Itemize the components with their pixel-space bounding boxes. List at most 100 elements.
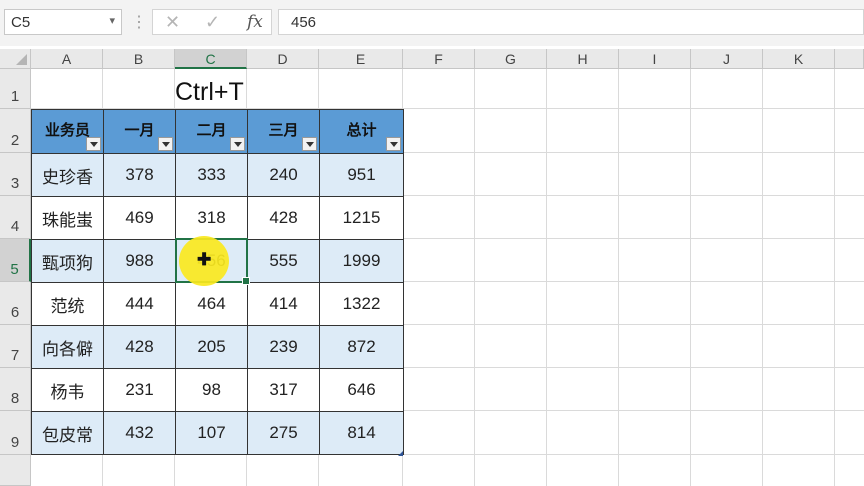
table-header-row: 业务员 一月 二月 三月 总计 [31,109,404,154]
table-cell[interactable]: 333 [175,153,248,197]
column-header-c[interactable]: C [175,49,247,69]
row-number: 3 [10,175,20,192]
row-number: 7 [10,347,20,364]
enter-icon[interactable]: ✓ [205,12,220,33]
table-resize-handle[interactable] [398,451,403,456]
header-cell[interactable]: 二月 [175,109,248,154]
table-cell[interactable]: 205 [175,325,248,369]
data-table: 业务员 一月 二月 三月 总计 史珍香 378 333 240 951 珠能蚩 … [31,109,404,455]
table-cell[interactable]: 428 [103,325,176,369]
table-cell[interactable]: 646 [319,368,404,412]
table-cell[interactable]: 范统 [31,282,104,326]
filter-dropdown-icon[interactable] [158,137,173,151]
column-header-g[interactable]: G [475,49,547,69]
table-row: 向各僻 428 205 239 872 [31,325,404,369]
column-header-i[interactable]: I [619,49,691,69]
table-cell[interactable]: 951 [319,153,404,197]
table-row: 珠能蚩 469 318 428 1215 [31,196,404,240]
filter-dropdown-icon[interactable] [86,137,101,151]
select-all-icon [16,54,27,65]
table-cell[interactable]: 872 [319,325,404,369]
column-header-d[interactable]: D [247,49,319,69]
title-cell-text: Ctrl+T [175,78,244,106]
table-cell[interactable]: 107 [175,411,248,455]
column-header-b[interactable]: B [103,49,175,69]
formula-input[interactable]: 456 [278,9,864,35]
table-cell[interactable]: 包皮常 [31,411,104,455]
row-header-10[interactable] [0,455,31,486]
table-cell[interactable]: 1215 [319,196,404,240]
column-header-l[interactable] [835,49,864,69]
table-cell[interactable]: 史珍香 [31,153,104,197]
column-header-j[interactable]: J [691,49,763,69]
table-cell[interactable]: 555 [247,239,320,283]
table-cell[interactable]: 414 [247,282,320,326]
header-cell[interactable]: 三月 [247,109,320,154]
table-cell[interactable]: 988 [103,239,176,283]
column-header-a[interactable]: A [31,49,103,69]
column-header-e[interactable]: E [319,49,403,69]
drag-handle-icon[interactable]: ⋮ [131,12,147,32]
table-cell[interactable]: 杨韦 [31,368,104,412]
table-cell[interactable]: 98 [175,368,248,412]
table-cell[interactable]: 318 [175,196,248,240]
table-row: 史珍香 378 333 240 951 [31,153,404,197]
table-cell[interactable]: 向各僻 [31,325,104,369]
table-cell[interactable]: 428 [247,196,320,240]
table-cell[interactable]: 432 [103,411,176,455]
select-all-button[interactable] [0,49,31,69]
table-cell[interactable]: 275 [247,411,320,455]
table-cell[interactable]: 469 [103,196,176,240]
header-cell[interactable]: 一月 [103,109,176,154]
table-cell[interactable]: 甄项狗 [31,239,104,283]
row-header-1[interactable]: 1 [0,69,31,109]
cancel-icon[interactable]: ✕ [165,12,180,33]
name-box[interactable]: C5 ▾ [4,9,122,35]
row-number: 4 [10,218,20,235]
table-cell[interactable]: 240 [247,153,320,197]
table-cell[interactable]: 1322 [319,282,404,326]
row-header-9[interactable]: 9 [0,411,31,455]
table-cell[interactable]: 814 [319,411,404,455]
column-header-h[interactable]: H [547,49,619,69]
table-cell[interactable]: 378 [103,153,176,197]
column-header-f[interactable]: F [403,49,475,69]
row-number: 2 [10,132,20,149]
chevron-down-icon[interactable]: ▾ [109,14,115,27]
table-cell[interactable]: 444 [103,282,176,326]
row-header-2[interactable]: 2 [0,109,31,153]
column-header-k[interactable]: K [763,49,835,69]
name-box-value: C5 [11,14,31,31]
table-row: 包皮常 432 107 275 814 [31,411,404,455]
table-cell[interactable]: 珠能蚩 [31,196,104,240]
table-cell[interactable]: 464 [175,282,248,326]
insert-function-icon[interactable]: fx [247,12,263,32]
table-row: 甄项狗 988 456 555 1999 [31,239,404,283]
header-cell[interactable]: 总计 [319,109,404,154]
selected-cell[interactable]: 456 [175,239,248,283]
header-label: 一月 [124,122,155,139]
table-cell[interactable]: 1999 [319,239,404,283]
table-cell[interactable]: 231 [103,368,176,412]
header-label: 总计 [346,122,377,139]
row-number: 5 [10,261,19,278]
formula-value: 456 [291,14,317,31]
row-header-7[interactable]: 7 [0,325,31,368]
move-cursor-icon: ✚ [197,250,212,269]
table-row: 杨韦 231 98 317 646 [31,368,404,412]
header-label: 二月 [196,122,227,139]
row-header-6[interactable]: 6 [0,282,31,325]
table-row: 范统 444 464 414 1322 [31,282,404,326]
filter-dropdown-icon[interactable] [230,137,245,151]
header-cell[interactable]: 业务员 [31,109,104,154]
row-header-3[interactable]: 3 [0,153,31,196]
row-header-4[interactable]: 4 [0,196,31,239]
filter-dropdown-icon[interactable] [386,137,401,151]
row-header-8[interactable]: 8 [0,368,31,411]
table-cell[interactable]: 317 [247,368,320,412]
row-header-5[interactable]: 5 [0,239,31,282]
row-number: 9 [10,434,20,451]
table-cell[interactable]: 239 [247,325,320,369]
formula-buttons: ✕ ✓ fx [152,9,272,35]
filter-dropdown-icon[interactable] [302,137,317,151]
